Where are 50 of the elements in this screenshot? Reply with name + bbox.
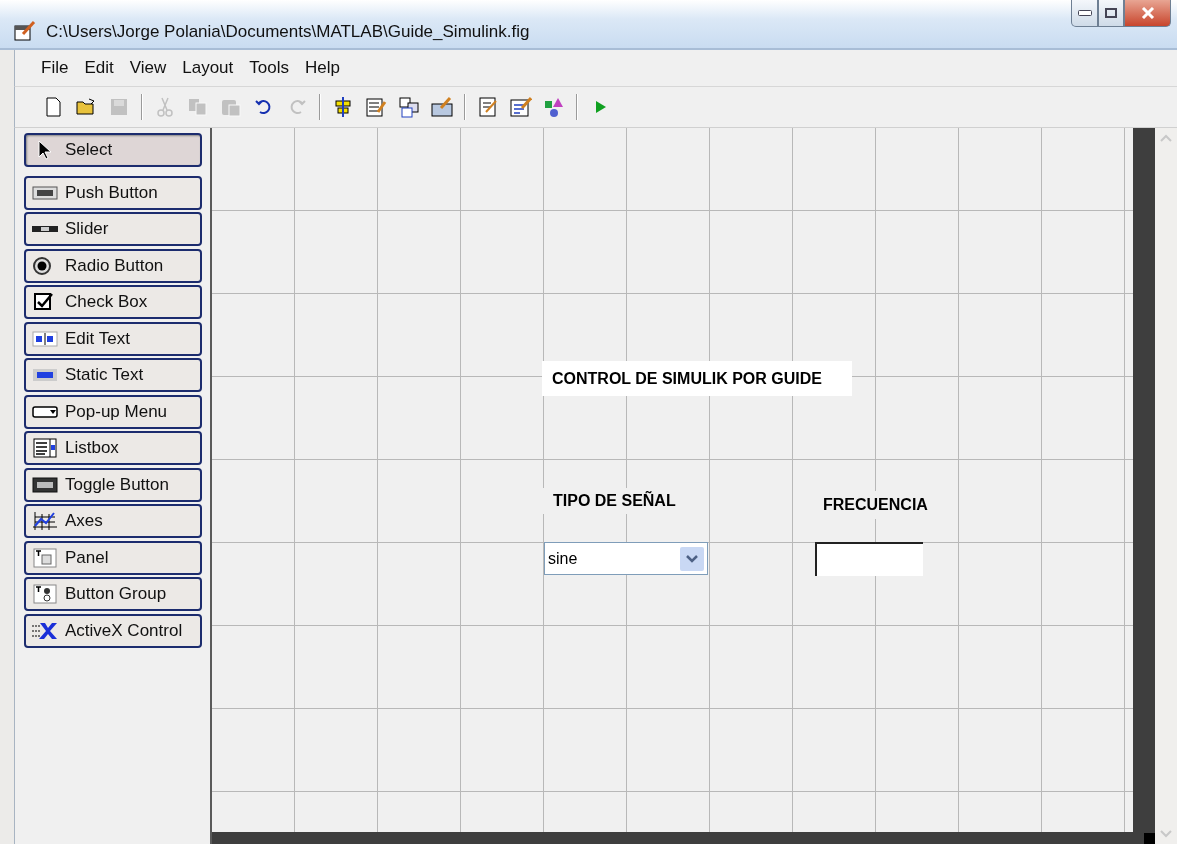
axes-icon: [30, 511, 60, 531]
tab-order-icon[interactable]: [398, 96, 420, 118]
shapes-icon[interactable]: [543, 96, 565, 118]
open-folder-icon[interactable]: [75, 96, 97, 118]
close-button[interactable]: [1124, 0, 1171, 27]
close-icon: [1140, 7, 1155, 19]
panel-icon: [30, 547, 60, 568]
palette-button[interactable]: Select: [24, 133, 202, 167]
resize-handle[interactable]: [1144, 833, 1155, 844]
maximize-button[interactable]: [1098, 0, 1124, 27]
menu-item[interactable]: View: [129, 58, 167, 78]
palette-button[interactable]: Panel: [24, 540, 202, 575]
button-group-icon: [30, 584, 60, 604]
palette-button[interactable]: Listbox: [24, 431, 202, 465]
static-text: CONTROL DE SIMULIK POR GUIDE: [542, 361, 852, 396]
minimize-icon: [1077, 10, 1092, 16]
palette-button[interactable]: Slider: [24, 212, 202, 246]
menu-item[interactable]: File: [41, 58, 69, 78]
toolbar-editor-icon[interactable]: [431, 96, 453, 118]
menu-item[interactable]: Edit: [84, 58, 114, 78]
activex-icon: [30, 620, 60, 641]
toggle-button-icon: [30, 474, 60, 495]
palette-button[interactable]: ActiveX Control: [24, 613, 202, 648]
palette-button[interactable]: Toggle Button: [24, 467, 202, 502]
maximize-icon: [1105, 8, 1117, 18]
popup-menu[interactable]: sine: [544, 542, 708, 575]
layout-canvas[interactable]: CONTROL DE SIMULIK POR GUIDE TIPO DE SEÑAL FRECUENCIA sine: [212, 128, 1155, 844]
menu-item[interactable]: Help: [305, 58, 340, 78]
menu-item[interactable]: Layout: [182, 58, 234, 78]
listbox-icon: [30, 438, 60, 458]
palette-button[interactable]: Button Group: [24, 577, 202, 611]
palette-button[interactable]: Edit Text: [24, 321, 202, 356]
window-title: C:\Users\Jorge Polania\Documents\MATLAB\Guide_Simulink.fig: [46, 22, 531, 42]
palette-button[interactable]: Push Button: [24, 175, 202, 210]
popup-value: sine: [548, 549, 578, 568]
palette-button[interactable]: Static Text: [24, 358, 202, 392]
dropdown-icon[interactable]: [680, 546, 704, 571]
edit-text-icon: [30, 328, 60, 349]
palette-button[interactable]: Radio Button: [24, 248, 202, 283]
palette-button[interactable]: Check Box: [24, 285, 202, 319]
inspector-icon[interactable]: [510, 96, 532, 118]
edit-text-field[interactable]: [815, 542, 923, 576]
editor-icon[interactable]: [477, 96, 499, 118]
align-icon[interactable]: [332, 96, 354, 118]
palette-button[interactable]: Pop-up Menu: [24, 394, 202, 429]
palette-button[interactable]: Axes: [24, 504, 202, 538]
minimize-button[interactable]: [1071, 0, 1098, 27]
figure-icon: [14, 20, 36, 42]
menu-editor-icon[interactable]: [365, 96, 387, 118]
menu-item[interactable]: Tools: [249, 58, 289, 78]
